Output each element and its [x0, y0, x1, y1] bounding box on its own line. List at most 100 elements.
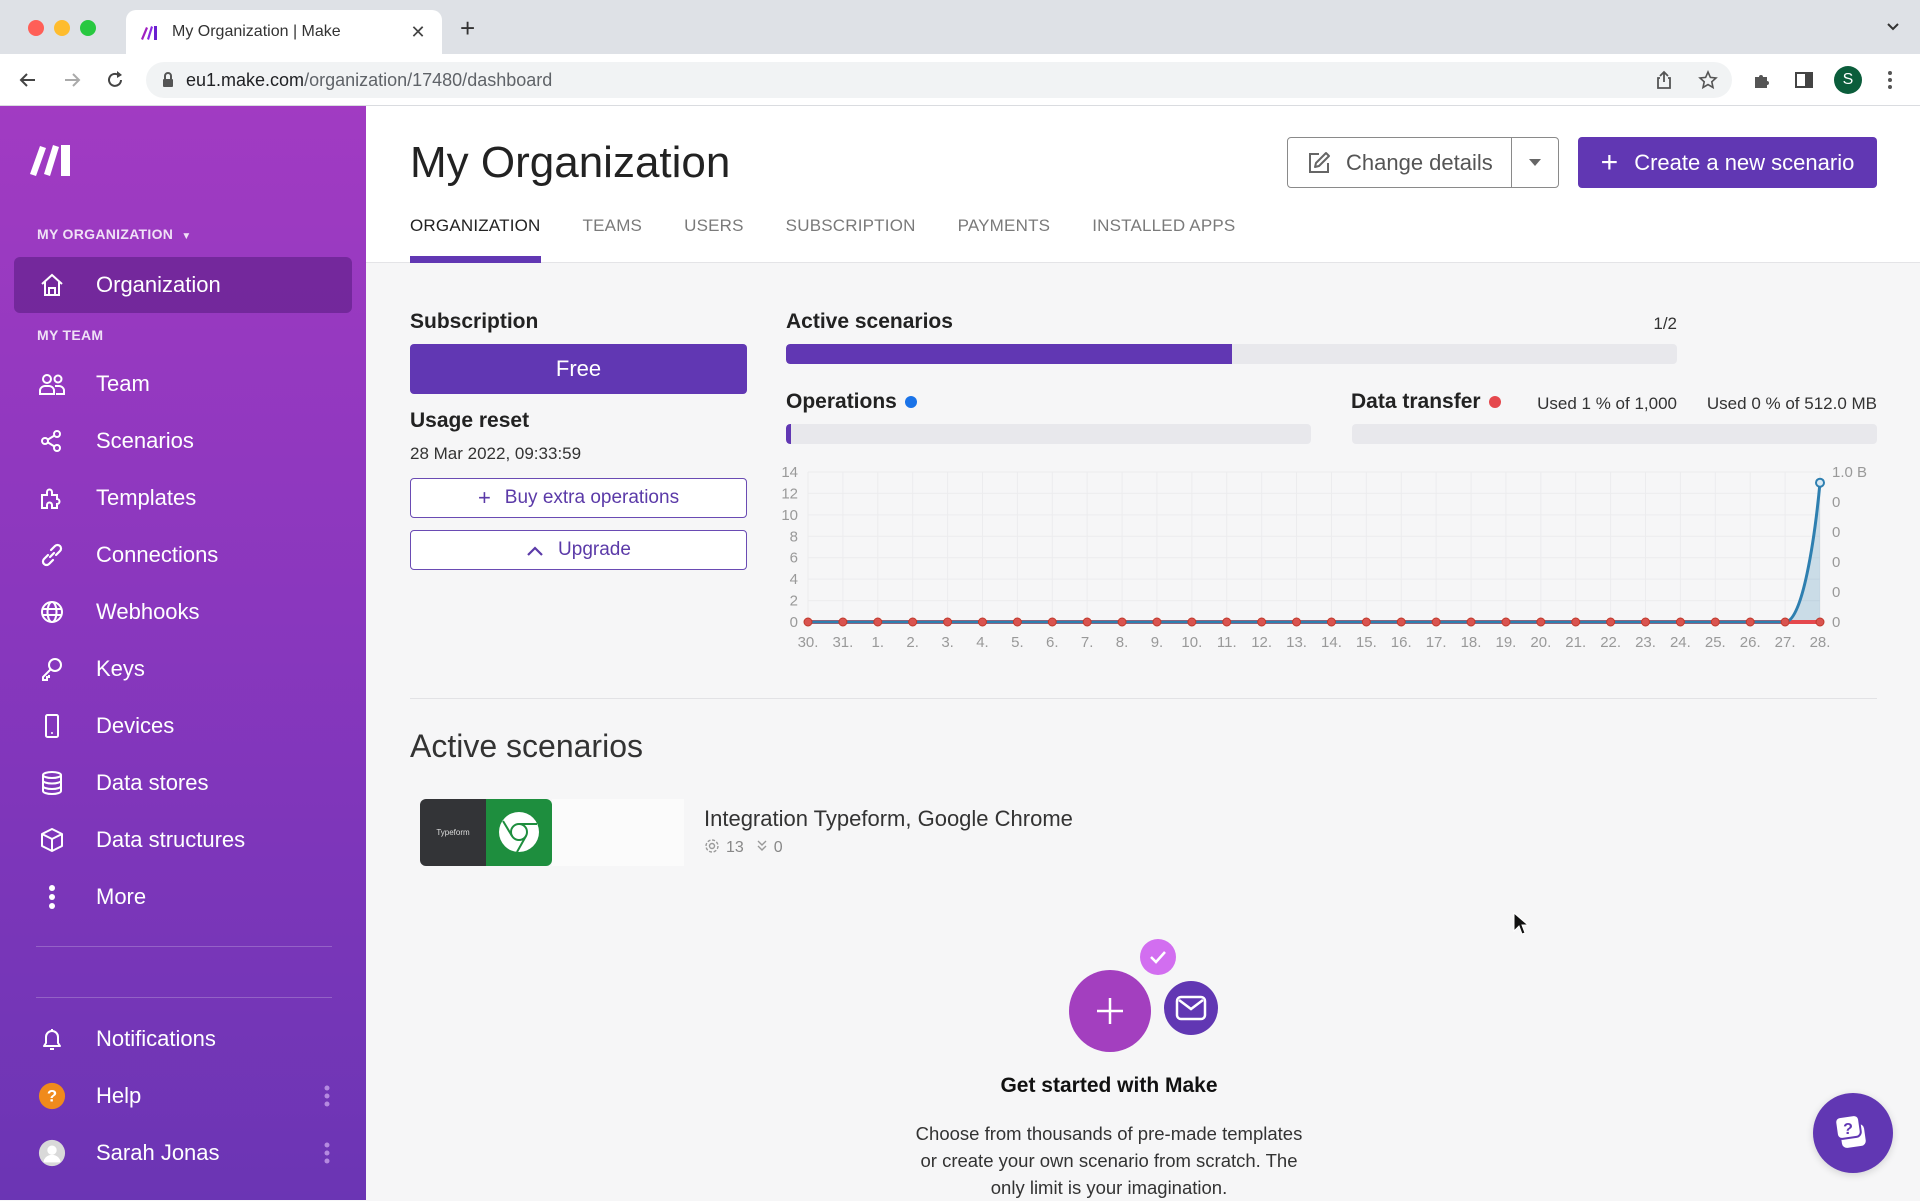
sidebar-item-webhooks[interactable]: Webhooks [14, 584, 352, 640]
sidebar-item-data-structures[interactable]: Data structures [14, 812, 352, 868]
sidebar-item-notifications[interactable]: Notifications [14, 1011, 352, 1067]
more-vertical-icon[interactable] [324, 1141, 330, 1165]
side-panel-button[interactable] [1792, 68, 1816, 92]
avatar [38, 1139, 66, 1167]
sidebar-item-label: Organization [96, 272, 221, 297]
browser-toolbar: eu1.make.com/organization/17480/dashboar… [0, 54, 1920, 106]
mail-icon [1164, 981, 1218, 1035]
address-bar[interactable]: eu1.make.com/organization/17480/dashboar… [146, 62, 1732, 98]
create-scenario-button[interactable]: + Create a new scenario [1578, 137, 1877, 188]
tab-users[interactable]: USERS [684, 216, 744, 263]
buy-extra-operations-button[interactable]: + Buy extra operations [410, 478, 747, 518]
page-header: My Organization Change details + Create … [366, 106, 1920, 263]
upgrade-button[interactable]: Upgrade [410, 530, 747, 570]
sidebar-item-devices[interactable]: Devices [14, 698, 352, 754]
chevron-down-icon[interactable] [1886, 20, 1900, 34]
data-transfer-point [838, 617, 848, 627]
side-panel-icon [1795, 72, 1813, 88]
org-switcher[interactable]: MY ORGANIZATION ▼ [37, 226, 192, 242]
sidebar-item-label: Team [96, 371, 150, 396]
data-transfer-point [1012, 617, 1022, 627]
new-tab-button[interactable]: + [460, 15, 475, 41]
operations-line [808, 482, 1822, 624]
data-transfer-usage: Used 0 % of 512.0 MB [1706, 394, 1877, 413]
data-transfer-point [1710, 617, 1720, 627]
bookmark-star-icon[interactable] [1698, 70, 1718, 90]
change-details-button[interactable]: Change details [1288, 138, 1512, 187]
team-section-label: MY TEAM [37, 327, 104, 343]
chart-x-tick-label: 20. [1530, 634, 1551, 651]
sidebar-divider [36, 946, 332, 947]
tab-teams[interactable]: TEAMS [583, 216, 643, 263]
profile-avatar[interactable]: S [1834, 66, 1862, 94]
operations-meter-title: Operations [786, 390, 917, 414]
sidebar-item-templates[interactable]: Templates [14, 470, 352, 526]
chart-x-tick-label: 4. [976, 634, 989, 651]
window-close-button[interactable] [28, 20, 44, 36]
sidebar-item-team[interactable]: Team [14, 356, 352, 412]
sidebar-item-more[interactable]: More [14, 869, 352, 925]
browser-menu-button[interactable] [1878, 68, 1902, 92]
change-details-dropdown[interactable] [1512, 138, 1558, 187]
tab-bar: ORGANIZATION TEAMS USERS SUBSCRIPTION PA… [410, 216, 1277, 263]
forward-button[interactable] [60, 68, 84, 92]
window-zoom-button[interactable] [80, 20, 96, 36]
make-logo[interactable] [28, 142, 78, 178]
mouse-cursor-icon [1513, 912, 1529, 935]
chart-x-tick-label: 24. [1670, 634, 1691, 651]
tab-subscription[interactable]: SUBSCRIPTION [786, 216, 916, 263]
sidebar-item-keys[interactable]: Keys [14, 641, 352, 697]
data-transfer-point [1222, 617, 1232, 627]
data-transfer-point [803, 617, 813, 627]
data-transfer-point [977, 617, 987, 627]
sidebar-item-connections[interactable]: Connections [14, 527, 352, 583]
chart-x-tick-label: 5. [1011, 634, 1024, 651]
get-started-add-button[interactable] [1069, 970, 1151, 1052]
chart-x-tick-label: 1. [872, 634, 885, 651]
operations-legend-dot [904, 396, 917, 408]
data-transfer-point [1361, 617, 1371, 627]
scenario-list-item[interactable]: Typeform Integration Typeform, Google Ch… [420, 797, 1200, 867]
help-chat-button[interactable]: ? [1813, 1093, 1893, 1173]
data-transfer-point [1047, 617, 1057, 627]
active-scenarios-count: 1/2 [1653, 314, 1677, 333]
sidebar-item-label: Data stores [96, 770, 209, 795]
chart-y2-tick-label: 0 [1832, 494, 1840, 511]
share-icon[interactable] [1654, 70, 1674, 90]
bell-icon [38, 1025, 66, 1053]
scenario-name[interactable]: Integration Typeform, Google Chrome [704, 806, 1073, 832]
plus-icon: + [1600, 145, 1619, 179]
usage-reset-heading: Usage reset [410, 409, 530, 432]
scenario-operations-count: 13 [726, 839, 744, 856]
database-icon [38, 769, 66, 797]
reload-button[interactable] [103, 68, 127, 92]
sidebar-item-help[interactable]: ? Help [14, 1068, 352, 1124]
tab-payments[interactable]: PAYMENTS [958, 216, 1051, 263]
close-tab-icon[interactable]: ✕ [408, 22, 428, 43]
tab-installed-apps[interactable]: INSTALLED APPS [1092, 216, 1235, 263]
change-details-group: Change details [1287, 137, 1559, 188]
sidebar-item-scenarios[interactable]: Scenarios [14, 413, 352, 469]
subscription-plan-button[interactable]: Free [410, 344, 747, 394]
sidebar-item-label: Data structures [96, 827, 246, 852]
chart-x-tick-label: 13. [1286, 634, 1307, 651]
chart-x-tick-label: 8. [1116, 634, 1129, 651]
extensions-button[interactable] [1750, 68, 1774, 92]
more-vertical-icon[interactable] [324, 1084, 330, 1108]
chart-x-tick-label: 22. [1600, 634, 1621, 651]
data-transfer-point [1675, 617, 1685, 627]
operations-area [808, 482, 1820, 622]
sidebar-item-data-stores[interactable]: Data stores [14, 755, 352, 811]
window-minimize-button[interactable] [54, 20, 70, 36]
chart-x-tick-label: 2. [906, 634, 919, 651]
page-title: My Organization [410, 138, 731, 187]
globe-icon [38, 598, 66, 626]
browser-tab[interactable]: My Organization | Make ✕ [126, 10, 442, 54]
back-button[interactable] [16, 68, 40, 92]
operations-progress [786, 424, 1311, 444]
chart-x-tick-label: 18. [1461, 634, 1482, 651]
get-started-description: Choose from thousands of pre-made templa… [915, 1123, 1303, 1198]
sidebar-item-organization[interactable]: Organization [14, 257, 352, 313]
sidebar-item-user[interactable]: Sarah Jonas [14, 1125, 352, 1181]
tab-organization[interactable]: ORGANIZATION [410, 216, 541, 263]
